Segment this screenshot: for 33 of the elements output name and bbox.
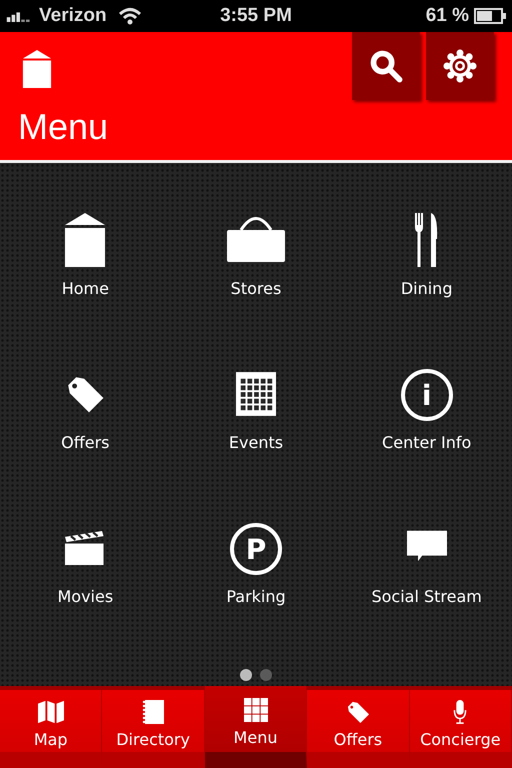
battery-icon — [474, 8, 506, 24]
page-dot[interactable] — [240, 669, 252, 681]
page-dot[interactable] — [260, 669, 272, 681]
circle-badge-icon: P — [230, 523, 282, 575]
settings-icon — [443, 49, 477, 83]
menu-item[interactable]: Movies — [0, 517, 171, 613]
wifi-icon — [118, 7, 142, 25]
menu-item[interactable]: Offers — [0, 363, 171, 459]
page-title: Menu — [18, 106, 108, 148]
menu-item[interactable]: i Center Info — [341, 363, 512, 459]
circle-badge-icon: i — [400, 369, 453, 421]
tab[interactable]: Concierge — [410, 690, 512, 768]
notebook-icon — [140, 700, 166, 724]
search-icon — [369, 49, 403, 83]
tab[interactable]: Directory — [102, 690, 205, 768]
tab[interactable]: Map — [0, 690, 102, 768]
house-icon — [65, 213, 106, 267]
map-icon — [38, 700, 64, 724]
menu-item[interactable]: Events — [170, 363, 342, 459]
status-time: 3:55 PM — [220, 5, 292, 27]
menu-item[interactable]: P Parking — [170, 517, 342, 613]
tab[interactable]: Offers — [307, 690, 410, 768]
tab[interactable]: Menu — [204, 686, 308, 768]
carrier-name: Verizon — [39, 5, 107, 27]
menu-item[interactable]: Stores — [170, 209, 342, 305]
house-icon — [22, 50, 52, 88]
menu-item[interactable]: Dining — [341, 209, 512, 305]
search-button[interactable] — [352, 32, 420, 100]
battery-percent: 61 % — [426, 5, 469, 27]
menu-item[interactable]: Home — [0, 209, 171, 305]
menu-item[interactable]: Social Stream — [341, 517, 512, 613]
grid-icon — [242, 698, 269, 722]
settings-button[interactable] — [426, 32, 494, 100]
